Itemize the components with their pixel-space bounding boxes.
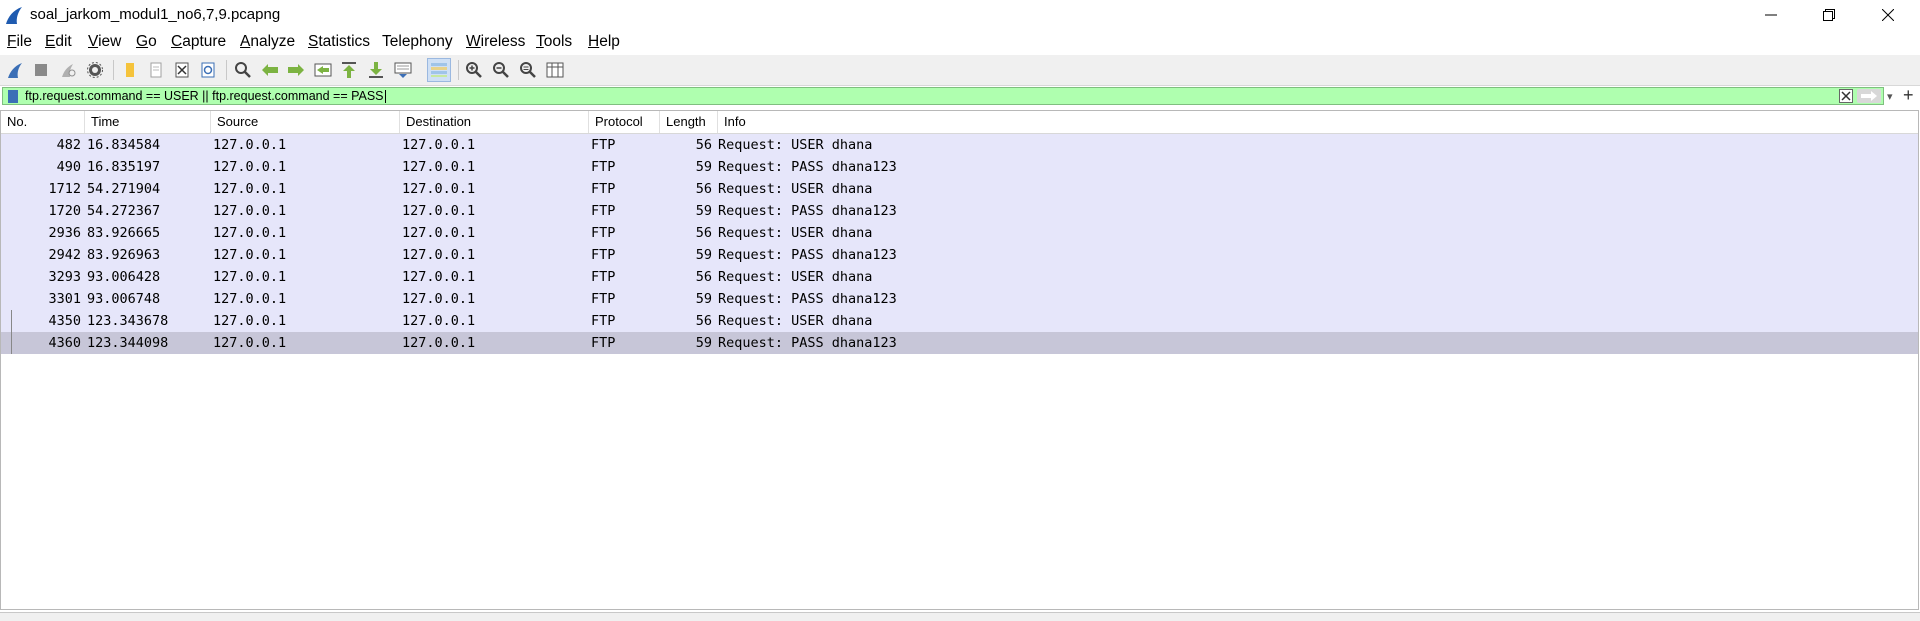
- packet-row[interactable]: 3293 93.006428 127.0.0.1 127.0.0.1 FTP 5…: [1, 266, 1918, 288]
- wireshark-fin-icon: [6, 7, 22, 24]
- filter-expression: ftp.request.command == USER || ftp.reque…: [25, 89, 384, 103]
- stop-icon: [35, 64, 47, 76]
- save-file-button[interactable]: [144, 58, 168, 82]
- colorize-button[interactable]: [427, 58, 451, 82]
- zoom-out-button[interactable]: [489, 58, 513, 82]
- go-forward-button[interactable]: [284, 58, 308, 82]
- normal-size-button[interactable]: [516, 58, 540, 82]
- window-title: soal_jarkom_modul1_no6,7,9.pcapng: [30, 6, 281, 23]
- document-icon: [150, 62, 162, 78]
- goto-packet-icon: [314, 63, 332, 77]
- gear-icon: [87, 62, 103, 78]
- packet-row[interactable]: 2942 83.926963 127.0.0.1 127.0.0.1 FTP 5…: [1, 244, 1918, 266]
- clear-filter-icon[interactable]: [1839, 89, 1853, 103]
- folder-icon: [126, 63, 134, 77]
- menu-go[interactable]: Go: [136, 33, 157, 51]
- close-icon: [1882, 9, 1894, 21]
- menu-view[interactable]: View: [88, 33, 121, 51]
- add-filter-button-icon[interactable]: +: [1903, 85, 1914, 106]
- close-file-button[interactable]: [170, 58, 194, 82]
- resize-columns-button[interactable]: [543, 58, 567, 82]
- arrow-up-first-icon: [342, 62, 356, 78]
- restart-capture-button[interactable]: [56, 58, 80, 82]
- menu-telephony[interactable]: Telephony: [382, 33, 453, 51]
- arrow-down-last-icon: [369, 62, 383, 78]
- shark-fin-icon: [8, 63, 22, 78]
- colorize-icon: [431, 63, 447, 77]
- packet-row[interactable]: 3301 93.006748 127.0.0.1 127.0.0.1 FTP 5…: [1, 288, 1918, 310]
- capture-options-button[interactable]: [83, 58, 107, 82]
- auto-scroll-button[interactable]: [391, 58, 415, 82]
- packet-row[interactable]: 1720 54.272367 127.0.0.1 127.0.0.1 FTP 5…: [1, 200, 1918, 222]
- menu-capture[interactable]: Capture: [171, 33, 226, 51]
- close-file-icon: [175, 62, 189, 78]
- start-capture-button[interactable]: [3, 58, 27, 82]
- zoom-out-icon: [493, 62, 509, 78]
- display-filter-bar: ftp.request.command == USER || ftp.reque…: [0, 85, 1920, 107]
- column-header-destination[interactable]: Destination: [400, 111, 589, 133]
- restore-icon: [1823, 9, 1835, 21]
- menu-bar: File Edit View Go Capture Analyze Statis…: [0, 30, 1920, 54]
- menu-analyze[interactable]: Analyze: [240, 33, 295, 51]
- auto-scroll-icon: [394, 62, 412, 78]
- reload-file-button[interactable]: [196, 58, 220, 82]
- apply-filter-arrow-icon[interactable]: [1857, 89, 1881, 103]
- open-file-button[interactable]: [118, 58, 142, 82]
- menu-edit[interactable]: Edit: [45, 33, 72, 51]
- close-window-button[interactable]: [1859, 0, 1917, 30]
- column-header-info[interactable]: Info: [718, 111, 1918, 133]
- packet-list: No. Time Source Destination Protocol Len…: [0, 110, 1919, 610]
- column-header-source[interactable]: Source: [211, 111, 400, 133]
- packet-row[interactable]: 490 16.835197 127.0.0.1 127.0.0.1 FTP 59…: [1, 156, 1918, 178]
- zoom-in-icon: [466, 62, 482, 78]
- menu-statistics[interactable]: Statistics: [308, 33, 370, 51]
- title-bar: soal_jarkom_modul1_no6,7,9.pcapng: [0, 0, 1920, 30]
- packet-list-header: No. Time Source Destination Protocol Len…: [1, 111, 1918, 134]
- menu-help[interactable]: Help: [588, 33, 620, 51]
- menu-tools[interactable]: Tools: [536, 33, 572, 51]
- last-packet-button[interactable]: [364, 58, 388, 82]
- packet-row[interactable]: 4350 123.343678 127.0.0.1 127.0.0.1 FTP …: [1, 310, 1918, 332]
- packet-row[interactable]: 1712 54.271904 127.0.0.1 127.0.0.1 FTP 5…: [1, 178, 1918, 200]
- column-header-length[interactable]: Length: [660, 111, 718, 133]
- reload-icon: [201, 62, 215, 78]
- first-packet-button[interactable]: [337, 58, 361, 82]
- packet-row[interactable]: 2936 83.926665 127.0.0.1 127.0.0.1 FTP 5…: [1, 222, 1918, 244]
- arrow-left-icon: [262, 64, 278, 76]
- main-toolbar: [0, 55, 1920, 86]
- column-header-time[interactable]: Time: [85, 111, 211, 133]
- display-filter-input[interactable]: ftp.request.command == USER || ftp.reque…: [2, 87, 1893, 105]
- menu-wireless[interactable]: Wireless: [466, 33, 525, 51]
- filter-history-dropdown-icon[interactable]: ▾: [1887, 90, 1893, 103]
- zoom-in-button[interactable]: [462, 58, 486, 82]
- menu-file[interactable]: File: [7, 33, 32, 51]
- packet-row-selected[interactable]: 4360 123.344098 127.0.0.1 127.0.0.1 FTP …: [1, 332, 1918, 354]
- restart-icon: [62, 64, 76, 77]
- find-packet-button[interactable]: [231, 58, 255, 82]
- column-header-no[interactable]: No.: [1, 111, 85, 133]
- zoom-reset-icon: [520, 62, 536, 78]
- bookmark-icon[interactable]: [8, 90, 18, 103]
- column-header-protocol[interactable]: Protocol: [589, 111, 660, 133]
- go-to-packet-button[interactable]: [311, 58, 335, 82]
- stop-capture-button[interactable]: [29, 58, 53, 82]
- minimize-button[interactable]: [1742, 0, 1800, 30]
- search-icon: [235, 62, 251, 78]
- go-back-button[interactable]: [258, 58, 282, 82]
- minimize-icon: [1765, 14, 1777, 16]
- arrow-right-icon: [288, 64, 304, 76]
- restore-button[interactable]: [1800, 0, 1858, 30]
- resize-columns-icon: [546, 62, 564, 78]
- packet-row[interactable]: 482 16.834584 127.0.0.1 127.0.0.1 FTP 56…: [1, 134, 1918, 156]
